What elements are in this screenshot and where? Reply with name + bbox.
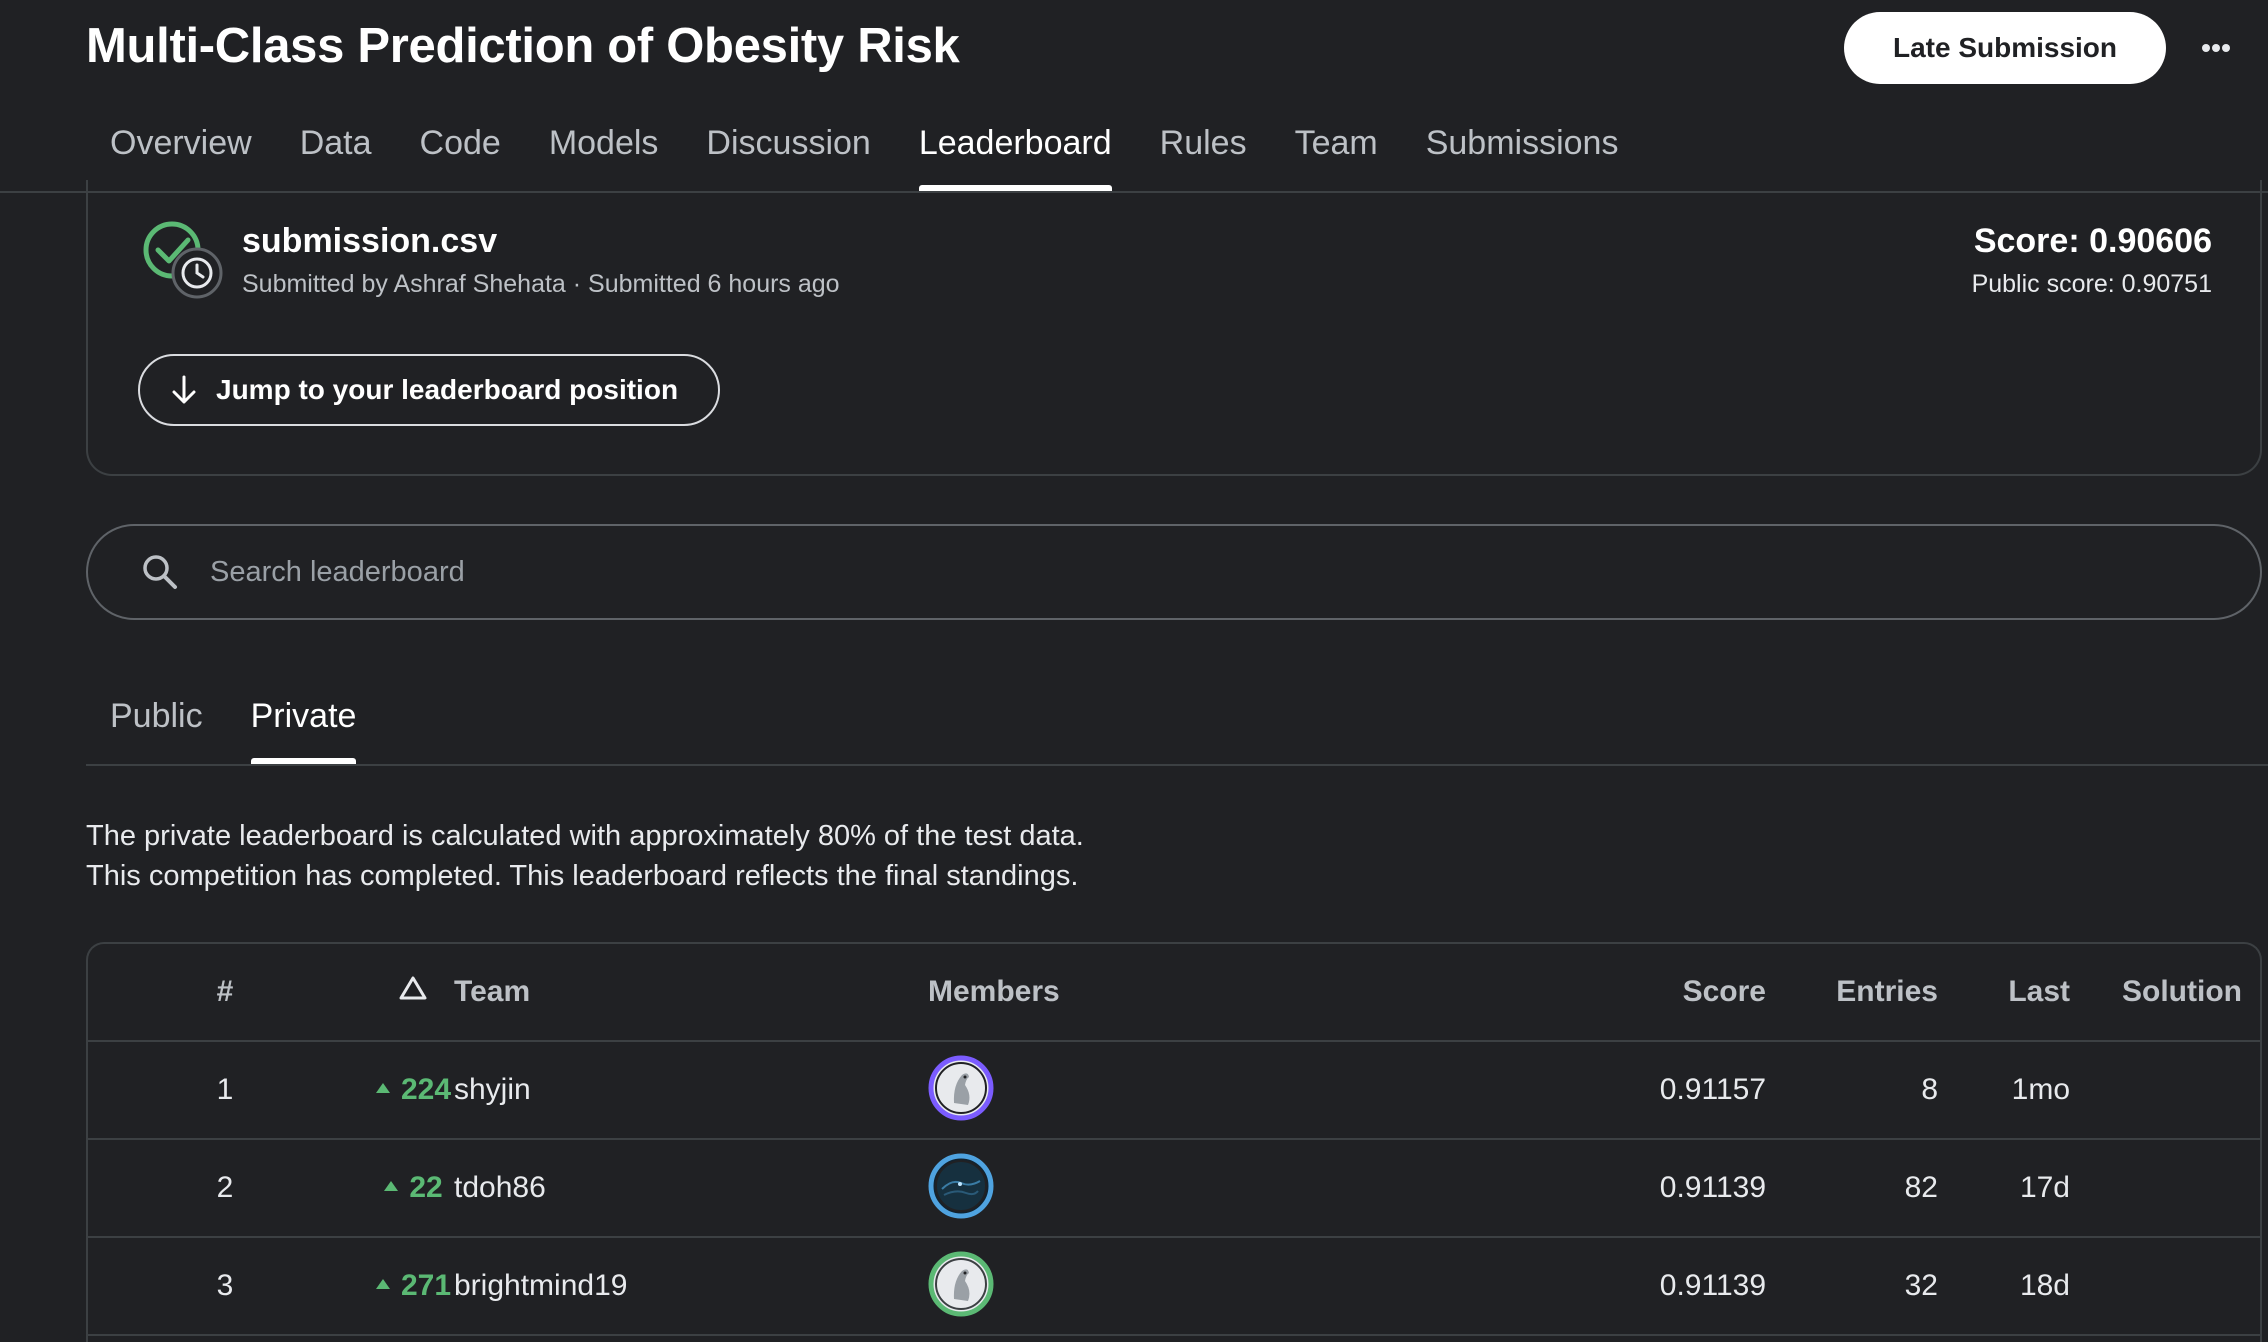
rank-up-icon	[375, 1083, 390, 1094]
search-icon	[143, 555, 177, 589]
row-rank: 1	[216, 1073, 234, 1106]
table-header-row: # Team Members Score Entries Last Soluti…	[88, 944, 2260, 1042]
member-avatar[interactable]	[928, 1251, 994, 1317]
late-submission-button[interactable]: Late Submission	[1844, 12, 2166, 84]
more-horizontal-icon	[2202, 44, 2230, 52]
row-members	[928, 1238, 1228, 1334]
leaderboard-note: The private leaderboard is calculated wi…	[86, 816, 1084, 896]
more-options-button[interactable]	[2190, 22, 2242, 74]
row-team-name[interactable]: shyjin	[454, 1042, 854, 1138]
submission-public-score: Public score: 0.90751	[1971, 270, 2212, 298]
column-header-solution: Solution	[2122, 975, 2242, 1008]
table-row[interactable]: 3 271 brightmind19 0.91139 32 18d	[88, 1238, 2260, 1336]
row-entries: 82	[1904, 1171, 1938, 1204]
leaderboard-search	[86, 524, 2262, 620]
jump-to-position-button[interactable]: Jump to your leaderboard position	[138, 354, 720, 426]
tab-private[interactable]: Private	[227, 688, 381, 764]
submission-file-name[interactable]: submission.csv	[242, 222, 497, 261]
member-avatar[interactable]	[928, 1153, 994, 1219]
table-row[interactable]: 1 224 shyjin 0.91157 8 1mo	[88, 1042, 2260, 1140]
note-line-1: The private leaderboard is calculated wi…	[86, 820, 1084, 852]
member-avatar[interactable]	[928, 1055, 994, 1121]
arrow-down-icon	[172, 375, 196, 404]
row-delta-value: 22	[409, 1171, 443, 1204]
jump-button-label: Jump to your leaderboard position	[216, 374, 679, 405]
column-header-last[interactable]: Last	[1958, 944, 2070, 1040]
row-entries: 32	[1904, 1269, 1938, 1302]
competition-title: Multi-Class Prediction of Obesity Risk	[86, 19, 960, 73]
column-header-team[interactable]: Team	[454, 944, 854, 1040]
leaderboard-page: Multi-Class Prediction of Obesity Risk L…	[0, 0, 2268, 1342]
row-score: 0.91157	[1659, 1073, 1766, 1106]
delta-triangle-icon	[399, 976, 427, 1000]
row-team-name[interactable]: tdoh86	[454, 1140, 854, 1236]
check-circle-clock-icon	[143, 221, 223, 299]
tab-public[interactable]: Public	[86, 688, 227, 764]
column-header-rank[interactable]: #	[182, 944, 268, 1040]
row-last: 1mo	[2011, 1073, 2070, 1106]
search-input[interactable]	[210, 555, 2110, 589]
column-header-entries[interactable]: Entries	[1788, 944, 1938, 1040]
rank-up-icon	[384, 1181, 399, 1192]
submission-score: Score: 0.90606	[1973, 222, 2212, 260]
row-score: 0.91139	[1659, 1171, 1766, 1204]
submission-meta: Submitted by Ashraf Shehata · Submitted …	[242, 270, 840, 298]
row-rank: 3	[216, 1269, 234, 1302]
row-rank: 2	[216, 1171, 234, 1204]
row-entries: 8	[1921, 1073, 1938, 1106]
row-last: 17d	[2019, 1171, 2070, 1204]
leaderboard-table: # Team Members Score Entries Last Soluti…	[86, 942, 2262, 1342]
submission-card: submission.csv Submitted by Ashraf Sheha…	[86, 180, 2262, 476]
table-row[interactable]: 2 22 tdoh86 0.91139 82 17d	[88, 1140, 2260, 1238]
note-line-2: This competition has completed. This lea…	[86, 860, 1079, 892]
row-members	[928, 1042, 1228, 1138]
row-delta-value: 224	[400, 1073, 452, 1106]
row-members	[928, 1140, 1228, 1236]
row-score: 0.91139	[1659, 1269, 1766, 1302]
column-header-score[interactable]: Score	[1588, 944, 1766, 1040]
board-tabs-divider	[86, 764, 2268, 766]
column-header-members: Members	[928, 975, 1060, 1008]
row-last: 18d	[2019, 1269, 2070, 1302]
row-delta-value: 271	[400, 1269, 452, 1302]
rank-up-icon	[375, 1279, 390, 1290]
leaderboard-type-tabs: Public Private	[86, 688, 380, 764]
row-team-name[interactable]: brightmind19	[454, 1238, 854, 1334]
